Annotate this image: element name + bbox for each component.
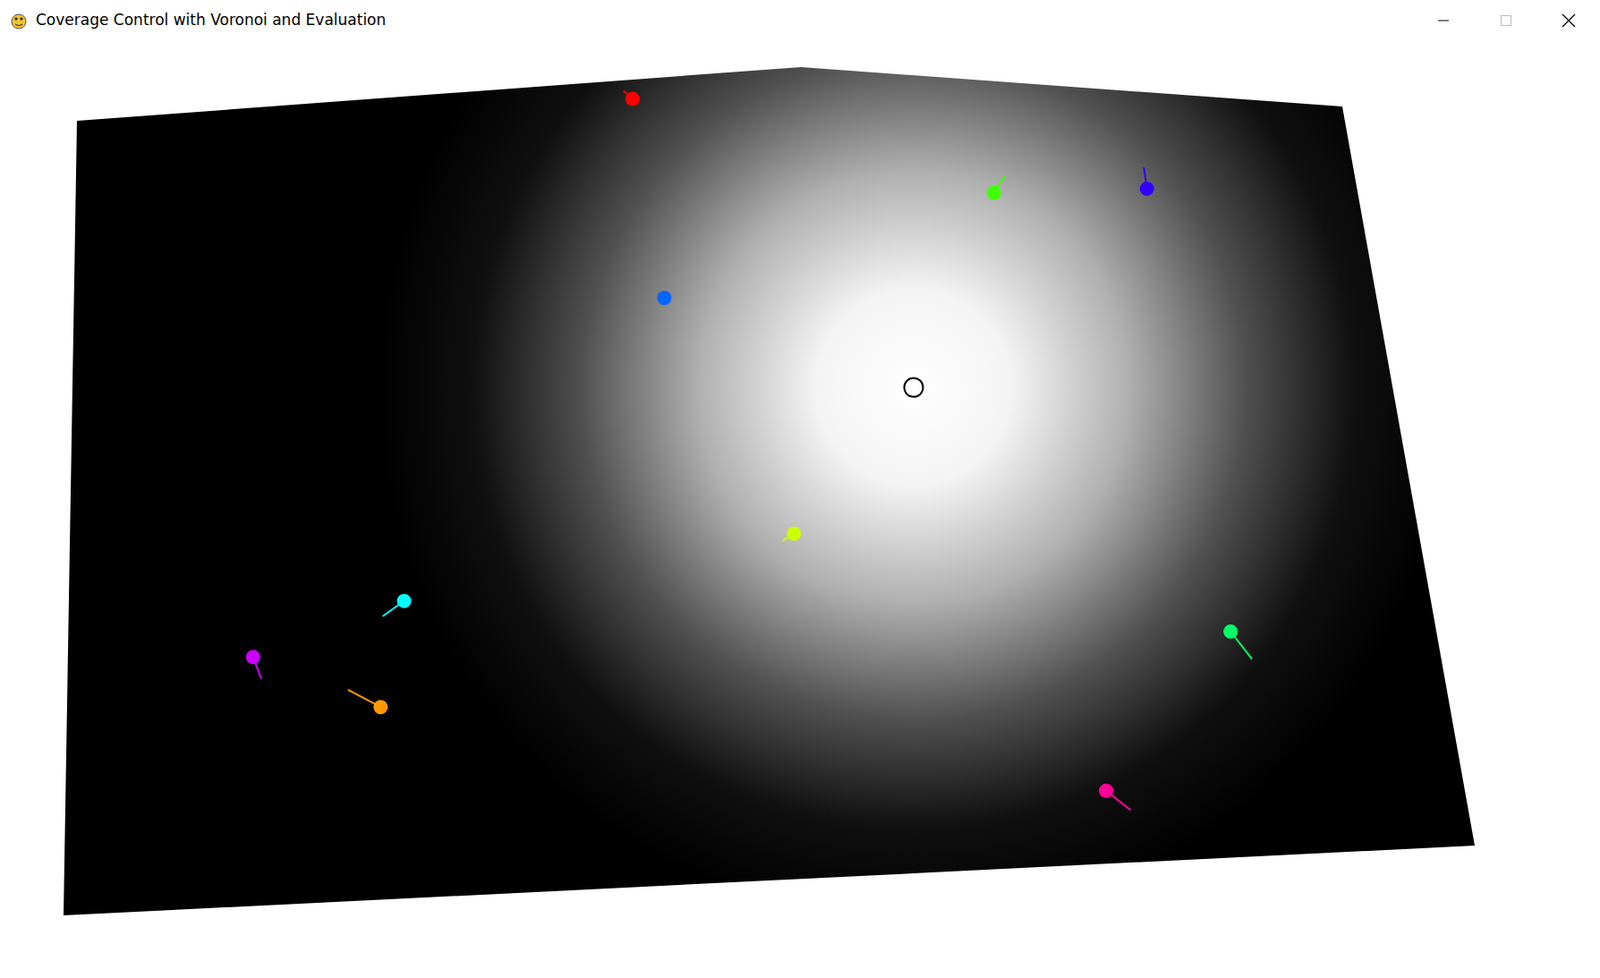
robot bbox=[656, 290, 672, 306]
robot bbox=[382, 594, 412, 617]
robot-dot bbox=[786, 526, 801, 541]
robot bbox=[348, 689, 388, 715]
robot-dot bbox=[1223, 624, 1238, 639]
robot bbox=[246, 649, 262, 679]
close-icon[interactable] bbox=[1537, 0, 1600, 42]
robot-dot bbox=[625, 92, 640, 107]
coverage-region bbox=[63, 67, 1475, 916]
robot bbox=[1140, 167, 1155, 196]
robot-dot bbox=[1140, 181, 1155, 196]
minimize-icon[interactable] bbox=[1412, 0, 1475, 42]
robot-dot bbox=[397, 594, 412, 609]
robot bbox=[782, 526, 802, 541]
simulation-canvas bbox=[0, 41, 1600, 978]
robot-dot bbox=[1098, 783, 1114, 799]
window-title: Coverage Control with Voronoi and Evalua… bbox=[35, 8, 386, 33]
robot bbox=[987, 175, 1006, 200]
title-bar: Coverage Control with Voronoi and Evalua… bbox=[0, 0, 1600, 42]
maximize-icon bbox=[1474, 0, 1538, 42]
density-center-marker bbox=[904, 378, 924, 398]
robot-dot bbox=[373, 699, 388, 715]
robot-dot bbox=[246, 649, 261, 664]
pygame-snake-icon bbox=[8, 10, 29, 31]
robot bbox=[1223, 624, 1252, 660]
app-window: Coverage Control with Voronoi and Evalua… bbox=[0, 0, 1600, 978]
robot bbox=[1098, 783, 1131, 811]
robot bbox=[623, 90, 640, 106]
robot-dot bbox=[987, 186, 1002, 201]
robot-dot bbox=[656, 290, 672, 306]
